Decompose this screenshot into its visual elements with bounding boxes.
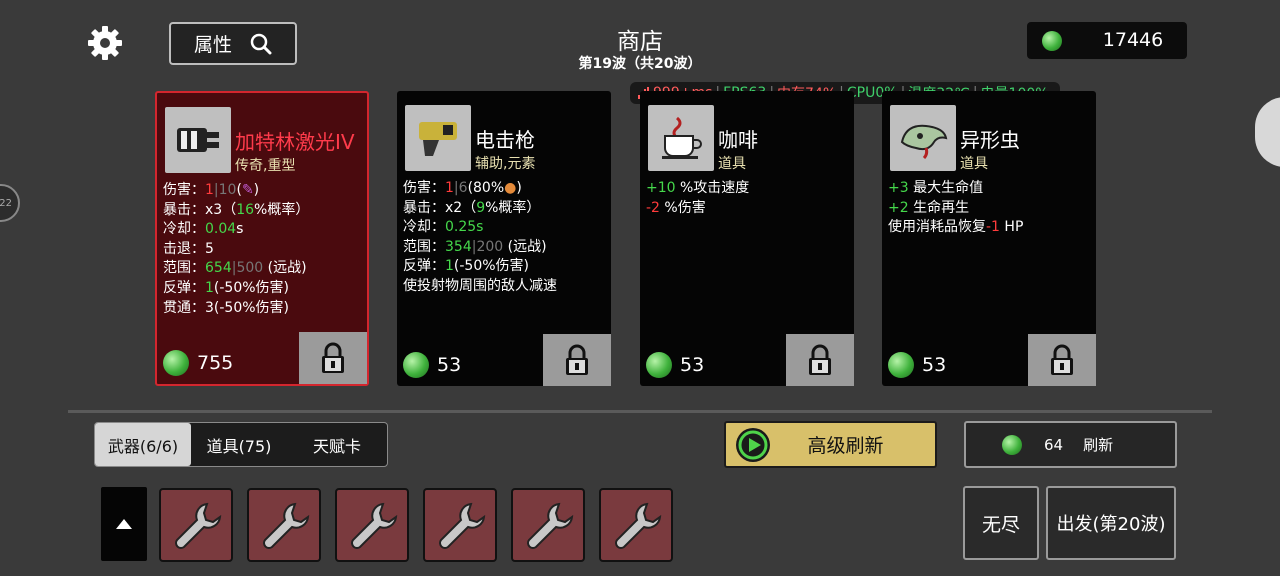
lock-button[interactable] bbox=[299, 332, 367, 384]
attributes-label: 属性 bbox=[193, 34, 232, 56]
wave-indicator: 第19波（共20波） bbox=[578, 56, 702, 72]
padlock-icon bbox=[1051, 344, 1073, 375]
item-tags: 道具 bbox=[718, 156, 746, 172]
money-display: 17446 bbox=[1027, 22, 1187, 59]
settings-gear-icon[interactable] bbox=[86, 24, 124, 62]
coffee-icon bbox=[648, 105, 714, 171]
money-value: 17446 bbox=[1102, 29, 1164, 51]
item-tags: 传奇,重型 bbox=[235, 158, 296, 174]
item-name: 电击枪 bbox=[475, 128, 535, 152]
shop-card-coffee[interactable]: 咖啡 道具 +10 %攻击速度 -2 %伤害 53 bbox=[640, 91, 854, 386]
refresh-cost: 64 bbox=[1044, 435, 1064, 454]
weapon-slot[interactable] bbox=[423, 488, 497, 562]
play-video-icon bbox=[736, 427, 770, 462]
taser-icon bbox=[405, 105, 471, 171]
tab-items[interactable]: 道具(75) bbox=[191, 423, 287, 466]
item-name: 异形虫 bbox=[960, 128, 1020, 152]
padlock-icon bbox=[322, 342, 344, 373]
floating-ball[interactable]: 22 bbox=[0, 184, 20, 222]
triangle-up-icon bbox=[116, 519, 132, 529]
expand-button[interactable] bbox=[101, 487, 147, 561]
alien-worm-icon bbox=[890, 105, 956, 171]
lock-button[interactable] bbox=[786, 334, 854, 386]
gem-icon bbox=[1002, 434, 1022, 455]
floating-assistant-avatar[interactable] bbox=[1255, 97, 1280, 167]
wrench-icon bbox=[351, 502, 398, 549]
shop-card-alien-worm[interactable]: 异形虫 道具 +3 最大生命值 +2 生命再生 使用消耗品恢复-1 HP 53 bbox=[882, 91, 1096, 386]
item-stats: 伤害：1|6(80%●) 暴击：x2（9%概率） 冷却：0.25s 范围：354… bbox=[403, 180, 557, 294]
refresh-label: 刷新 bbox=[1083, 436, 1114, 454]
tab-weapons[interactable]: 武器(6/6) bbox=[95, 423, 191, 466]
shop-title: 商店 bbox=[617, 29, 663, 55]
lock-button[interactable] bbox=[1028, 334, 1096, 386]
wrench-icon bbox=[527, 502, 574, 549]
endless-button[interactable]: 无尽 bbox=[963, 486, 1039, 560]
weapon-slot[interactable] bbox=[511, 488, 585, 562]
element-fire-icon: ● bbox=[504, 180, 517, 196]
padlock-icon bbox=[566, 344, 588, 375]
item-name: 咖啡 bbox=[718, 128, 758, 152]
item-price: 755 bbox=[163, 350, 233, 376]
item-price: 53 bbox=[888, 352, 946, 378]
search-icon bbox=[250, 33, 272, 54]
weapon-slot[interactable] bbox=[599, 488, 673, 562]
weapon-slot[interactable] bbox=[247, 488, 321, 562]
attributes-button[interactable]: 属性 bbox=[169, 22, 297, 65]
wrench-icon bbox=[615, 502, 662, 549]
depart-button[interactable]: 出发(第20波) bbox=[1046, 486, 1176, 560]
gem-icon bbox=[403, 352, 429, 378]
tab-talent-cards[interactable]: 天赋卡 bbox=[287, 423, 387, 466]
gem-icon bbox=[1042, 31, 1062, 51]
item-tags: 辅助,元素 bbox=[475, 156, 536, 172]
shop-card-gatling-laser[interactable]: 加特林激光IV 传奇,重型 伤害：1|10(✎) 暴击：x3（16%概率） 冷却… bbox=[155, 91, 369, 386]
weapon-slot[interactable] bbox=[335, 488, 409, 562]
padlock-icon bbox=[809, 344, 831, 375]
item-price: 53 bbox=[403, 352, 461, 378]
item-stats: 伤害：1|10(✎) 暴击：x3（16%概率） 冷却：0.04s 击退：5 范围… bbox=[163, 182, 310, 316]
wrench-icon bbox=[439, 502, 486, 549]
lock-button[interactable] bbox=[543, 334, 611, 386]
bleed-icon: ✎ bbox=[241, 182, 254, 198]
gem-icon bbox=[163, 350, 189, 376]
inventory-tabs: 武器(6/6) 道具(75) 天赋卡 bbox=[94, 422, 388, 467]
item-price: 53 bbox=[646, 352, 704, 378]
item-name: 加特林激光IV bbox=[235, 130, 355, 154]
shop-card-taser[interactable]: 电击枪 辅助,元素 伤害：1|6(80%●) 暴击：x2（9%概率） 冷却：0.… bbox=[397, 91, 611, 386]
gatling-laser-icon bbox=[165, 107, 231, 173]
refresh-button[interactable]: 64 刷新 bbox=[964, 421, 1177, 468]
gem-icon bbox=[646, 352, 672, 378]
weapon-slot[interactable] bbox=[159, 488, 233, 562]
item-stats: +10 %攻击速度 -2 %伤害 bbox=[646, 180, 750, 216]
item-tags: 道具 bbox=[960, 156, 988, 172]
gem-icon bbox=[888, 352, 914, 378]
item-stats: +3 最大生命值 +2 生命再生 使用消耗品恢复-1 HP bbox=[888, 180, 1024, 236]
wrench-icon bbox=[263, 502, 310, 549]
advanced-refresh-label: 高级刷新 bbox=[807, 435, 884, 457]
divider bbox=[68, 410, 1212, 413]
wrench-icon bbox=[175, 502, 222, 549]
advanced-refresh-button[interactable]: 高级刷新 bbox=[724, 421, 937, 468]
